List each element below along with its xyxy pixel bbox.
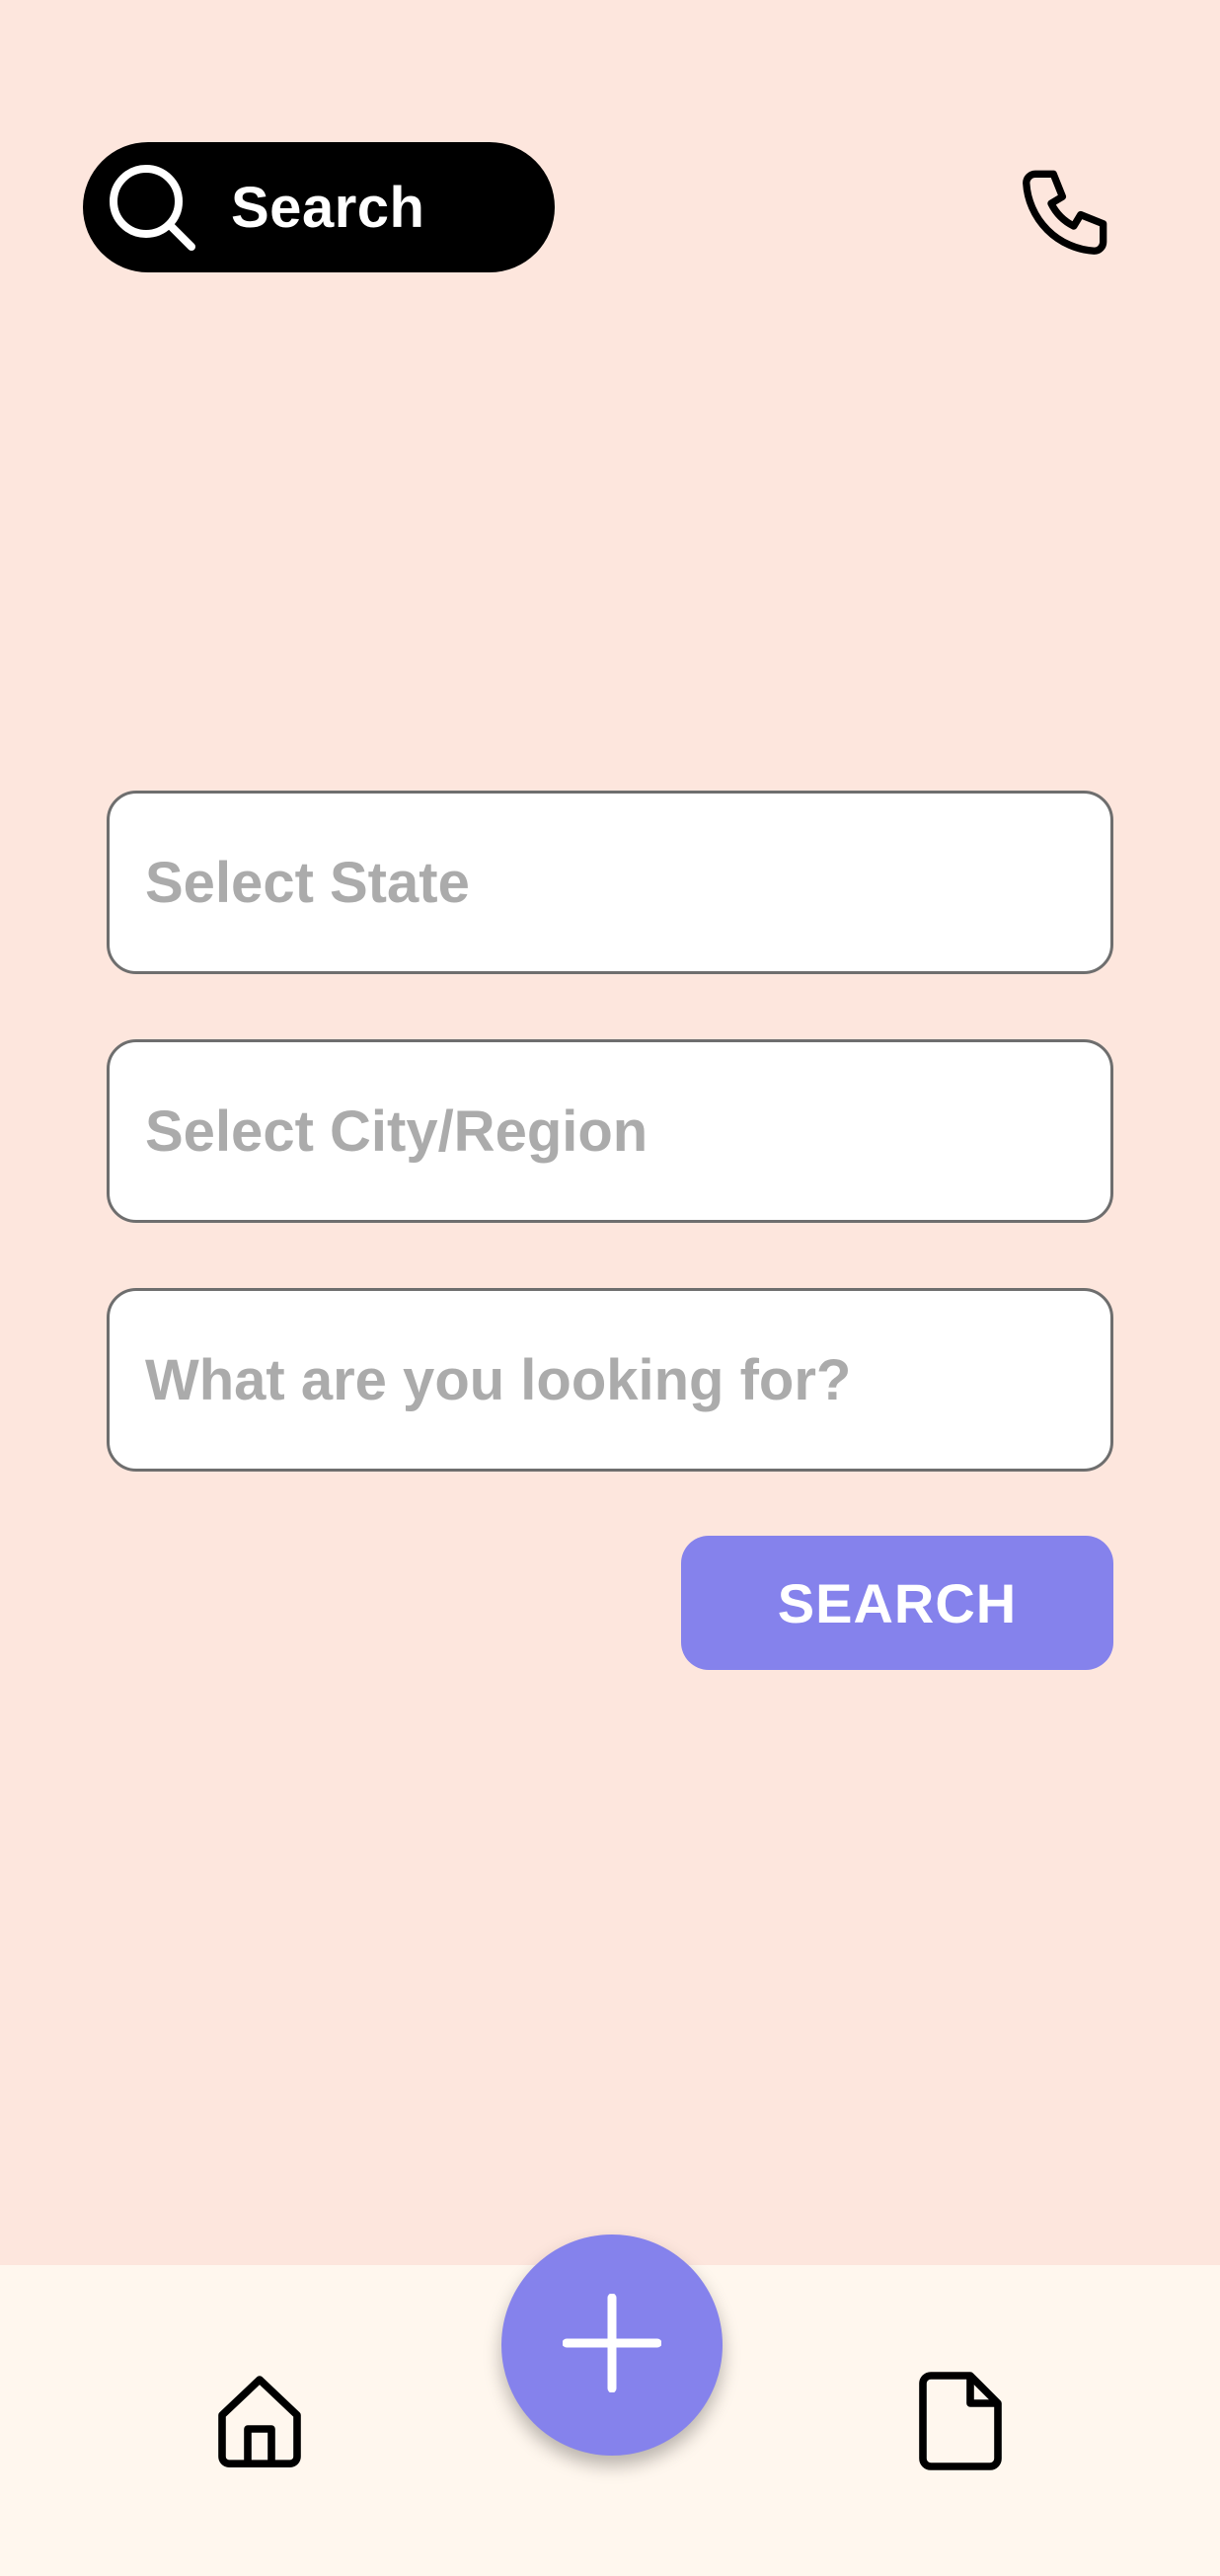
city-region-select[interactable]: Select City/Region (107, 1039, 1113, 1223)
nav-document-button[interactable] (906, 2364, 1015, 2482)
search-icon (101, 156, 203, 259)
search-query-placeholder: What are you looking for? (145, 1347, 852, 1412)
search-pill-button[interactable]: Search (83, 142, 555, 272)
phone-button[interactable] (1003, 148, 1131, 276)
plus-icon (562, 2293, 662, 2397)
add-fab-button[interactable] (501, 2235, 723, 2456)
phone-icon (1013, 156, 1121, 269)
document-icon (915, 2370, 1006, 2477)
state-select[interactable]: Select State (107, 791, 1113, 974)
home-icon (212, 2370, 307, 2477)
state-select-placeholder: Select State (145, 850, 470, 915)
search-pill-label: Search (231, 175, 425, 240)
search-query-input[interactable]: What are you looking for? (107, 1288, 1113, 1472)
nav-home-button[interactable] (205, 2364, 314, 2482)
city-region-select-placeholder: Select City/Region (145, 1099, 648, 1164)
search-submit-button[interactable]: SEARCH (681, 1536, 1113, 1670)
